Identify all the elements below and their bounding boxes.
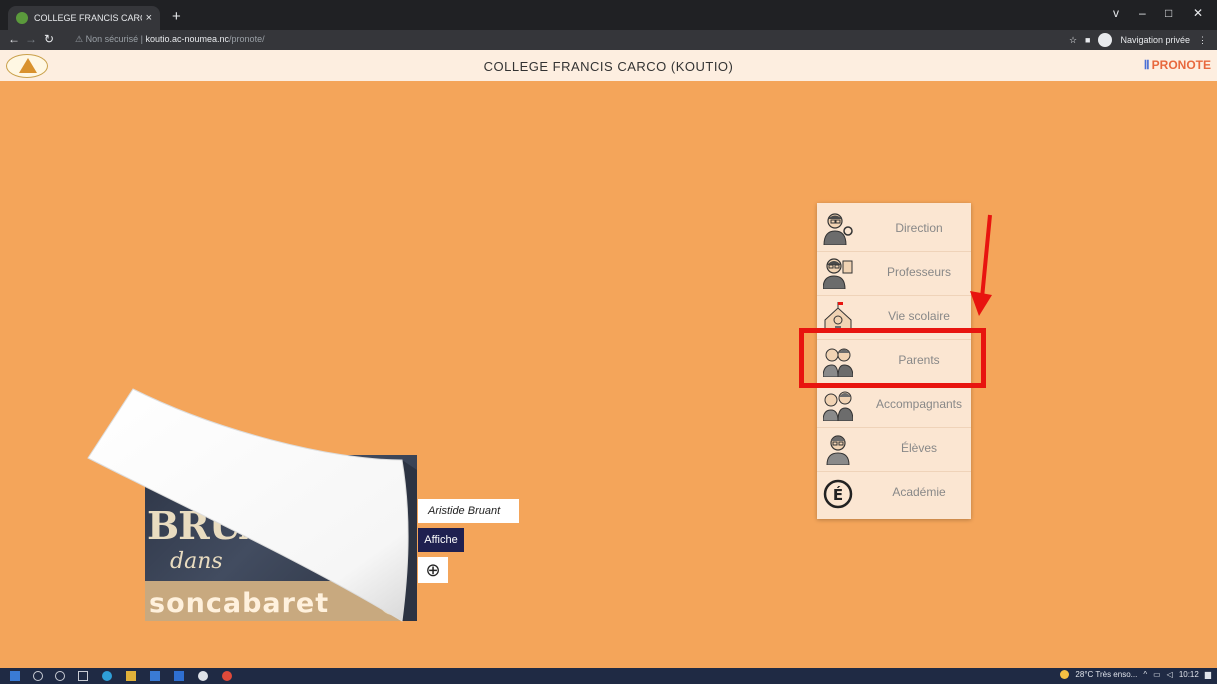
poster-cabaret: soncabaret [149, 588, 330, 619]
clock[interactable]: 10:12 [1179, 670, 1199, 679]
maximize-button[interactable]: □ [1165, 6, 1172, 20]
browser-tab[interactable]: COLLEGE FRANCIS CARCO (KOUT × [8, 6, 160, 30]
space-item-label: Professeurs [886, 265, 952, 279]
url-field[interactable]: ⚠ Non sécurisé | koutio.ac-noumea.nc/pro… [75, 34, 265, 45]
zoom-icon[interactable]: ⊕ [418, 557, 448, 583]
page-title: COLLEGE FRANCIS CARCO (KOUTIO) [483, 59, 734, 74]
store-icon[interactable] [150, 671, 160, 681]
address-bar-actions: ☆ ■ Navigation privée ⋮ [1069, 33, 1207, 47]
task-view-icon[interactable] [78, 671, 88, 681]
search-icon[interactable] [33, 671, 43, 681]
space-item-label: Élèves [900, 441, 938, 455]
poster-caption: Aristide Bruant [418, 499, 519, 523]
cortana-icon[interactable] [55, 671, 65, 681]
bookmark-star-icon[interactable]: ☆ [1069, 35, 1077, 46]
warning-icon: ⚠ [75, 34, 84, 44]
affiche-button[interactable]: Affiche [418, 528, 464, 552]
director-icon [823, 213, 853, 245]
private-label: Navigation privée [1120, 35, 1190, 45]
space-item-label: Académie [892, 485, 946, 499]
poster-big-text: BRUA [147, 503, 269, 548]
notification-icon[interactable]: ▆ [1205, 670, 1211, 679]
accompanying-icon [823, 391, 853, 421]
pronote-mark-icon: Ⅱ [1143, 58, 1150, 72]
student-icon [826, 435, 850, 465]
poster-dans: dans [170, 549, 223, 574]
screen: { "browser": { "tab_title": "COLLEGE FRA… [0, 0, 1217, 684]
space-item-direction[interactable]: Direction [817, 207, 971, 250]
mail-icon[interactable] [174, 671, 184, 681]
new-tab-button[interactable]: + [172, 8, 181, 25]
page-header: COLLEGE FRANCIS CARCO (KOUTIO) Ⅱ PRONOTE [0, 50, 1217, 81]
reload-icon[interactable]: ↻ [44, 32, 54, 46]
close-window-button[interactable]: ✕ [1193, 6, 1203, 20]
url-path: /pronote/ [229, 34, 265, 44]
tray-chevron-icon[interactable]: ^ [1143, 670, 1147, 679]
forward-icon[interactable]: → [25, 32, 37, 46]
pronote-brand: PRONOTE [1151, 58, 1211, 72]
space-item-academie[interactable]: É Académie [817, 471, 971, 514]
pronote-logo: Ⅱ PRONOTE [1144, 58, 1211, 72]
tab-title: COLLEGE FRANCIS CARCO (KOUT [34, 13, 142, 23]
red-arrow-icon [970, 214, 992, 316]
network-icon[interactable]: ▭ [1153, 670, 1161, 679]
academy-icon: É [823, 479, 853, 509]
edge-icon[interactable] [102, 671, 112, 681]
windows-start-icon[interactable] [10, 671, 20, 681]
space-item-professeurs[interactable]: Professeurs [817, 251, 971, 294]
minimize-button[interactable]: – [1139, 6, 1146, 20]
url-host: koutio.ac-noumea.nc [145, 34, 230, 44]
browser-tab-bar: COLLEGE FRANCIS CARCO (KOUT × + v – □ ✕ [0, 0, 1217, 30]
space-item-label: Direction [895, 221, 943, 235]
menu-dots-icon[interactable]: ⋮ [1198, 35, 1207, 46]
system-tray: 28°C Très enso... ^ ▭ ◁ 10:12 ▆ [1060, 670, 1211, 679]
side-panel-icon[interactable]: ■ [1085, 35, 1090, 45]
incognito-icon[interactable] [1098, 33, 1113, 47]
security-label: Non sécurisé [85, 34, 139, 44]
file-explorer-icon[interactable] [126, 671, 136, 681]
svg-text:É: É [833, 485, 843, 504]
space-item-accompagnants[interactable]: Accompagnants [817, 383, 971, 426]
browser-active-icon[interactable] [222, 671, 232, 681]
weather-icon [1060, 670, 1070, 679]
parents-highlight-box [799, 328, 986, 388]
weather-text[interactable]: 28°C Très enso... [1075, 670, 1137, 679]
poster-image: BRUA dans soncabaret TL [145, 455, 417, 621]
space-item-label: Accompagnants [875, 397, 963, 411]
poster-monogram: TL [379, 587, 407, 615]
tab-search-icon[interactable]: v [1113, 6, 1119, 20]
windows-taskbar: 28°C Très enso... ^ ▭ ◁ 10:12 ▆ [0, 668, 1217, 684]
address-bar: ← → ↻ ⚠ Non sécurisé | koutio.ac-noumea.… [0, 30, 1217, 50]
chrome-icon[interactable] [198, 671, 208, 681]
site-favicon-icon [16, 12, 28, 24]
teacher-icon [823, 258, 853, 289]
space-item-eleves[interactable]: Élèves [817, 427, 971, 470]
tab-close-icon[interactable]: × [146, 12, 152, 24]
volume-icon[interactable]: ◁ [1167, 670, 1173, 679]
back-icon[interactable]: ← [8, 32, 20, 46]
